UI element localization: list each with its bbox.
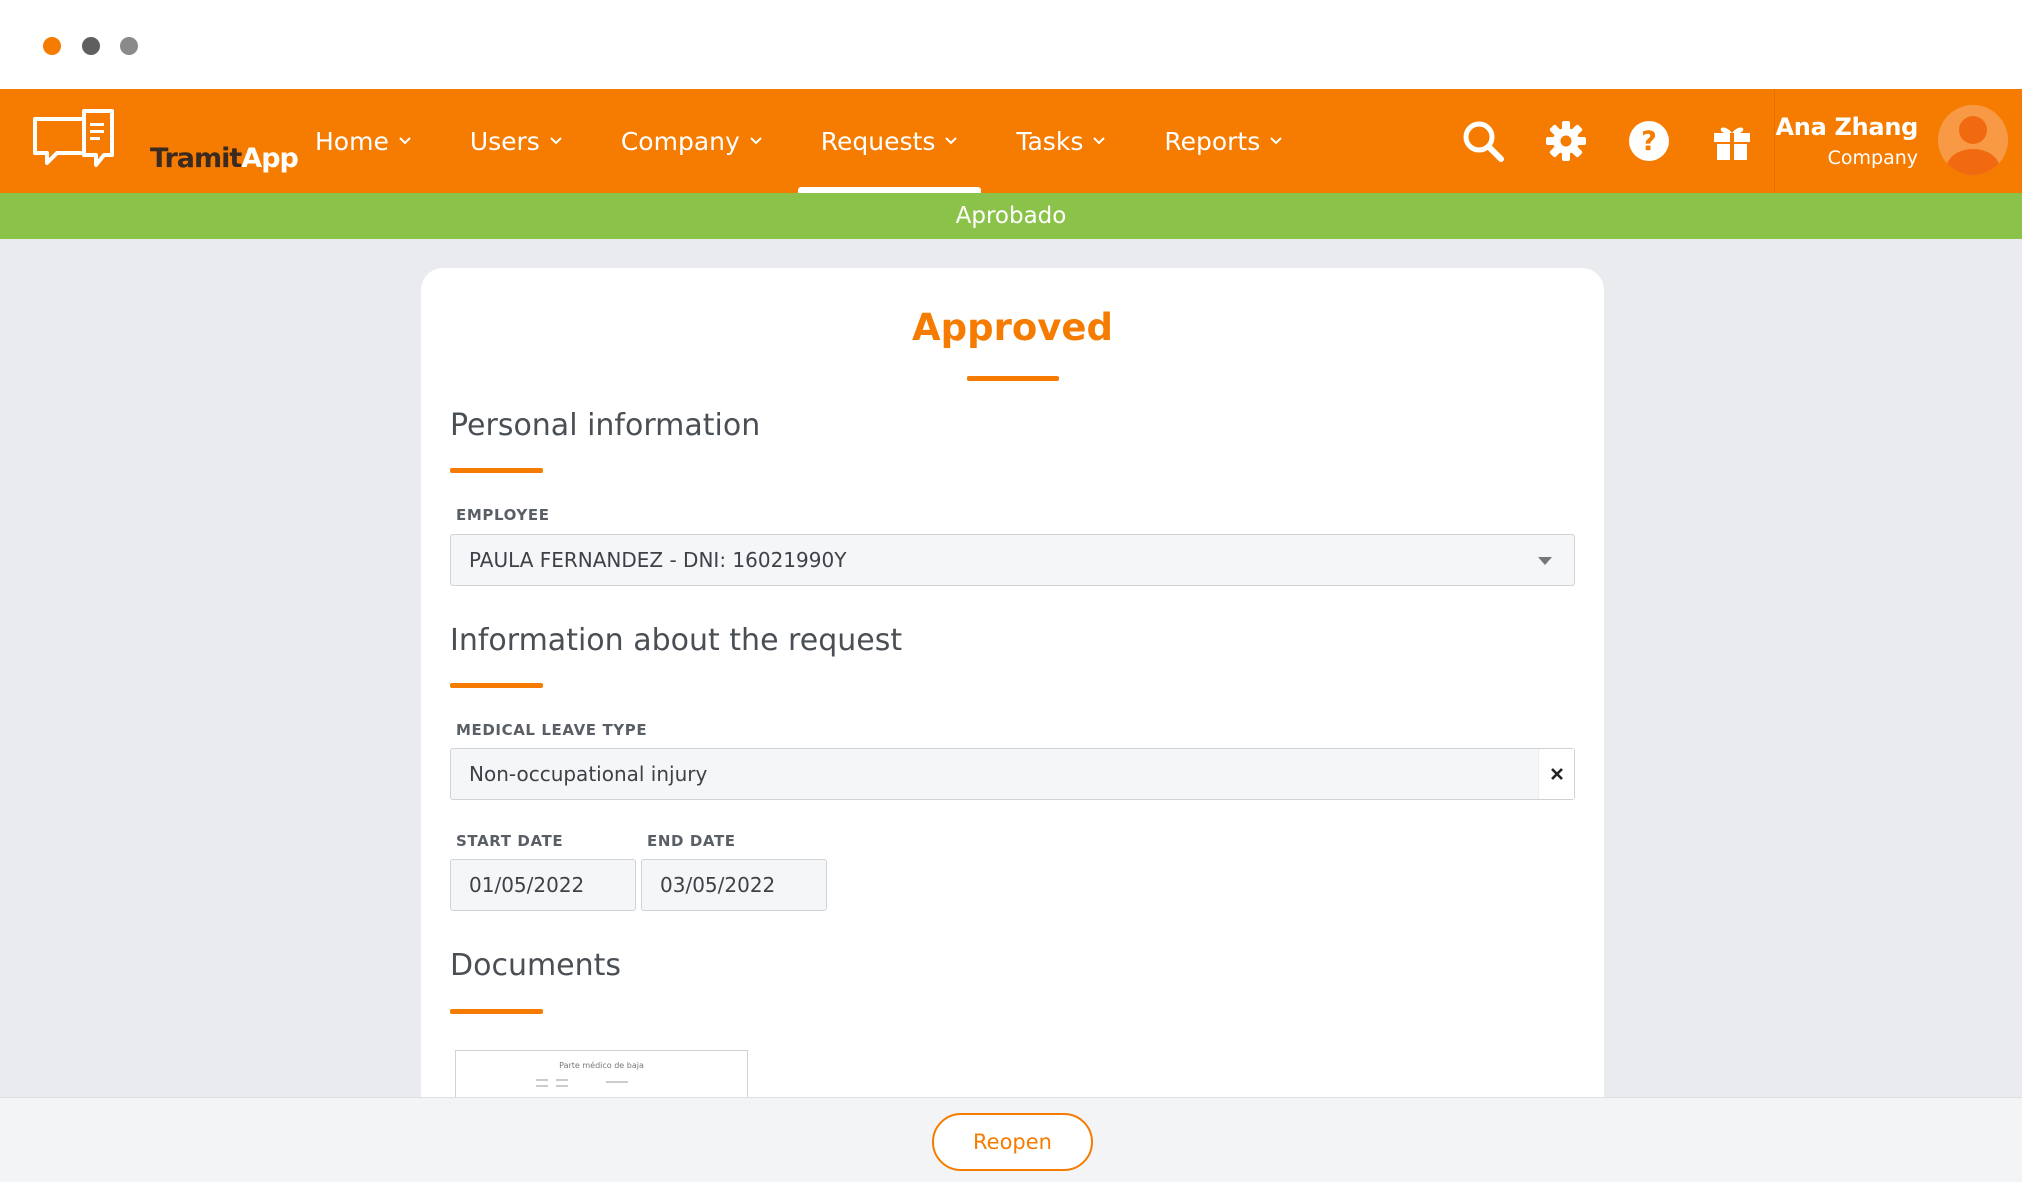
caret-down-icon: [1538, 557, 1552, 565]
user-menu[interactable]: Ana Zhang Company: [1760, 113, 1919, 169]
start-date-input[interactable]: 01/05/2022: [450, 859, 636, 911]
avatar[interactable]: [1938, 105, 2008, 175]
window-close-dot[interactable]: [43, 37, 61, 55]
section-heading-request: Information about the request: [450, 623, 903, 658]
nav-icon-group: ?: [1460, 89, 1792, 193]
nav-company-label: Company: [620, 126, 740, 156]
nav-company[interactable]: Company: [606, 89, 778, 193]
nav-requests-label: Requests: [820, 126, 936, 156]
section-underline: [450, 468, 543, 473]
chevron-down-icon: [1093, 137, 1106, 145]
employee-select[interactable]: PAULA FERNANDEZ - DNI: 16021990Y: [450, 534, 1575, 586]
svg-text:?: ?: [1641, 126, 1657, 157]
gear-icon[interactable]: [1543, 118, 1589, 164]
nav-home[interactable]: Home: [300, 89, 427, 193]
status-label: Aprobado: [955, 203, 1067, 229]
nav-users-label: Users: [469, 126, 540, 156]
start-date-value: 01/05/2022: [469, 873, 585, 897]
main-menu: Home Users Company Requests Tasks Report…: [300, 89, 1326, 193]
clear-icon[interactable]: [1538, 749, 1574, 799]
employee-label: EMPLOYEE: [456, 506, 550, 524]
window-titlebar: [0, 0, 2022, 89]
logo-word-app: App: [241, 143, 299, 174]
search-icon[interactable]: [1460, 118, 1506, 164]
logo-word-tramit: Tramit: [150, 143, 242, 174]
end-date-input[interactable]: 03/05/2022: [641, 859, 827, 911]
chevron-down-icon: [750, 137, 762, 145]
user-avatar-icon: [1946, 116, 2000, 175]
nav-home-label: Home: [315, 126, 389, 156]
request-card: Approved Personal information EMPLOYEE P…: [421, 268, 1604, 1130]
logo-wordmark: TramitApp: [150, 143, 299, 174]
user-role: Company: [1827, 147, 1918, 169]
section-underline: [450, 683, 543, 688]
help-icon[interactable]: ?: [1626, 118, 1672, 164]
reopen-button[interactable]: Reopen: [932, 1113, 1093, 1171]
leave-type-value: Non-occupational injury: [469, 762, 708, 786]
document-title: Parte médico de baja: [559, 1061, 644, 1070]
logo-chat-icon: [33, 109, 114, 167]
tramitapp-logo[interactable]: TramitApp: [32, 107, 299, 175]
user-name: Ana Zhang: [1775, 113, 1919, 141]
chevron-down-icon: [1270, 137, 1282, 145]
section-heading-personal: Personal information: [450, 408, 761, 443]
gift-icon[interactable]: [1709, 118, 1755, 164]
window-minimize-dot[interactable]: [82, 37, 100, 55]
status-bar: Aprobado: [0, 193, 2022, 239]
window-maximize-dot[interactable]: [120, 37, 138, 55]
card-title: Approved: [912, 306, 1113, 349]
nav-reports[interactable]: Reports: [1149, 89, 1298, 193]
nav-users[interactable]: Users: [455, 89, 578, 193]
employee-value: PAULA FERNANDEZ - DNI: 16021990Y: [469, 548, 847, 572]
chevron-down-icon: [550, 137, 562, 145]
bottom-action-bar: Reopen: [0, 1097, 2022, 1182]
end-date-value: 03/05/2022: [660, 873, 776, 897]
start-date-label: START DATE: [456, 832, 564, 850]
chevron-down-icon: [399, 137, 411, 145]
chevron-down-icon: [945, 137, 958, 145]
nav-reports-label: Reports: [1164, 126, 1261, 156]
leave-type-label: MEDICAL LEAVE TYPE: [456, 721, 648, 739]
top-navbar: TramitApp Home Users Company Requests Ta…: [0, 89, 2022, 193]
title-underline: [967, 376, 1059, 381]
nav-tasks-label: Tasks: [1016, 126, 1084, 156]
end-date-label: END DATE: [647, 832, 736, 850]
nav-requests[interactable]: Requests: [797, 89, 981, 193]
section-heading-documents: Documents: [450, 948, 622, 983]
section-underline: [450, 1009, 543, 1014]
nav-tasks[interactable]: Tasks: [1001, 89, 1121, 193]
leave-type-select[interactable]: Non-occupational injury: [450, 748, 1575, 800]
